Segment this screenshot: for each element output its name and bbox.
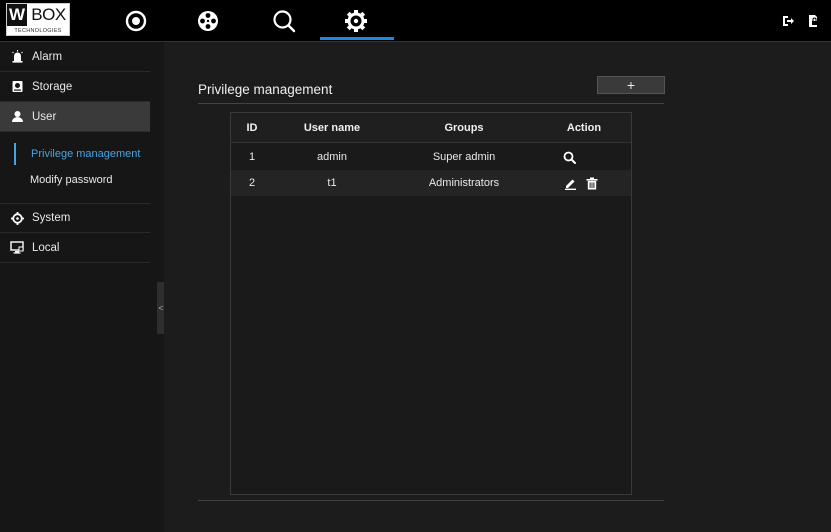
- edit-icon[interactable]: [563, 176, 577, 190]
- cell-group: Super admin: [432, 151, 496, 163]
- playback-reel-icon[interactable]: [194, 7, 222, 35]
- sidebar-item-label: User: [32, 110, 57, 123]
- page-title: Privilege management: [198, 82, 333, 97]
- storage-disk-icon: [10, 80, 24, 94]
- user-table: ID User name Groups Action 1 admin Super…: [230, 112, 632, 495]
- live-view-icon[interactable]: [122, 7, 150, 35]
- divider: [198, 103, 664, 104]
- view-icon[interactable]: [562, 150, 576, 164]
- divider: [198, 500, 664, 501]
- main-content: Privilege management + ID User name Grou…: [164, 42, 831, 532]
- sidebar-item-user[interactable]: User: [0, 102, 150, 132]
- search-icon[interactable]: [270, 7, 298, 35]
- sidebar-subitem-privilege-management[interactable]: Privilege management: [14, 143, 140, 165]
- sidebar-item-label: Alarm: [32, 50, 63, 63]
- sidebar-item-alarm[interactable]: Alarm: [0, 42, 150, 72]
- sidebar-item-label: Local: [32, 241, 60, 254]
- cell-id: 2: [248, 177, 256, 189]
- logout-icon[interactable]: [781, 14, 795, 28]
- brand-logo: W BOX TECHNOLOGIES: [6, 3, 70, 36]
- lock-icon[interactable]: [806, 14, 820, 28]
- sidebar-item-storage[interactable]: Storage: [0, 72, 150, 102]
- user-icon: [10, 110, 24, 124]
- logo-w: W: [7, 4, 27, 26]
- cell-username: t1: [327, 177, 337, 189]
- top-bar: W BOX TECHNOLOGIES: [0, 0, 831, 42]
- cell-group: Administrators: [428, 177, 500, 189]
- sidebar: Alarm Storage User Privilege management …: [0, 42, 165, 532]
- sidebar-item-label: System: [32, 212, 71, 224]
- system-gear-icon: [10, 211, 24, 225]
- column-header-action: Action: [566, 122, 602, 134]
- table-row: 2 t1 Administrators: [231, 170, 631, 196]
- cell-username: admin: [317, 151, 347, 163]
- column-header-id: ID: [246, 122, 258, 134]
- delete-icon[interactable]: [585, 176, 599, 190]
- sidebar-item-local[interactable]: Local: [0, 233, 150, 263]
- settings-gear-icon[interactable]: [342, 7, 370, 35]
- column-header-username: User name: [303, 122, 361, 134]
- sidebar-subitem-modify-password[interactable]: Modify password: [14, 169, 113, 191]
- sidebar-item-label: Storage: [32, 80, 73, 93]
- alarm-light-icon: [10, 50, 24, 64]
- local-monitor-icon: [10, 241, 24, 255]
- active-tab-indicator: [320, 37, 394, 40]
- logo-box: BOX: [31, 5, 66, 24]
- cell-id: 1: [248, 151, 256, 163]
- logo-subtitle: TECHNOLOGIES: [14, 28, 62, 34]
- table-row: 1 admin Super admin: [231, 144, 631, 170]
- add-user-button[interactable]: +: [597, 76, 665, 94]
- sidebar-item-system[interactable]: System: [0, 203, 150, 233]
- table-header: ID User name Groups Action: [231, 113, 631, 143]
- column-header-groups: Groups: [444, 122, 484, 134]
